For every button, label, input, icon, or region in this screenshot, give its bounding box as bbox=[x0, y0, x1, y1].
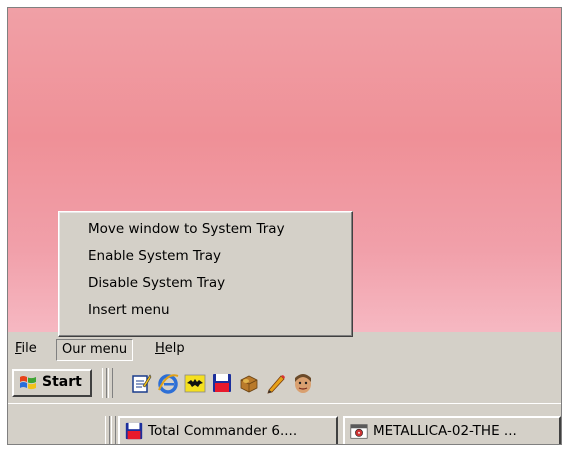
menu-our-menu[interactable]: Our menu bbox=[56, 339, 134, 361]
task-total-commander-label: Total Commander 6.... bbox=[148, 423, 298, 439]
menu-item-move-to-tray[interactable]: Move window to System Tray bbox=[60, 216, 351, 243]
menu-help-label: elp bbox=[164, 341, 185, 356]
taskbar: Total Commander 6.... METALLICA-02-THE .… bbox=[8, 403, 561, 444]
taskbar-separator bbox=[111, 416, 116, 444]
menu-help-mnemonic: H bbox=[155, 341, 165, 356]
quick-launch-toolbar: Start bbox=[8, 363, 561, 403]
menu-file[interactable]: File bbox=[10, 339, 42, 359]
media-icon bbox=[350, 424, 368, 439]
task-total-commander[interactable]: Total Commander 6.... bbox=[118, 416, 338, 444]
menu-bar: File Our menu Help bbox=[8, 335, 561, 362]
menu-our-menu-label: Our menu bbox=[62, 342, 128, 357]
package-icon[interactable] bbox=[238, 372, 260, 394]
toolbar-grip[interactable] bbox=[102, 368, 107, 398]
toolbar-separator bbox=[108, 368, 113, 398]
taskbar-grip[interactable] bbox=[105, 416, 110, 444]
menu-help[interactable]: Help bbox=[150, 339, 190, 359]
windows-flag-icon bbox=[20, 376, 36, 390]
floppy-disk-icon[interactable] bbox=[211, 372, 233, 394]
start-button[interactable]: Start bbox=[12, 369, 92, 397]
face-icon[interactable] bbox=[292, 372, 314, 394]
bat-icon[interactable] bbox=[184, 372, 206, 394]
menu-item-insert-menu[interactable]: Insert menu bbox=[60, 297, 351, 324]
start-label: Start bbox=[42, 374, 82, 390]
menu-item-enable-tray[interactable]: Enable System Tray bbox=[60, 243, 351, 270]
task-metallica-label: METALLICA-02-THE ... bbox=[373, 423, 517, 439]
notepad-icon[interactable] bbox=[130, 372, 152, 394]
screen-frame: File Our menu Help Move window to System… bbox=[7, 7, 562, 445]
task-metallica[interactable]: METALLICA-02-THE ... bbox=[343, 416, 561, 444]
menu-item-disable-tray[interactable]: Disable System Tray bbox=[60, 270, 351, 297]
menu-file-label: ile bbox=[21, 341, 37, 356]
our-menu-popup: Move window to System Tray Enable System… bbox=[58, 211, 353, 337]
pencil-icon[interactable] bbox=[265, 372, 287, 394]
internet-explorer-icon[interactable] bbox=[157, 372, 179, 394]
floppy-disk-icon bbox=[125, 422, 143, 440]
